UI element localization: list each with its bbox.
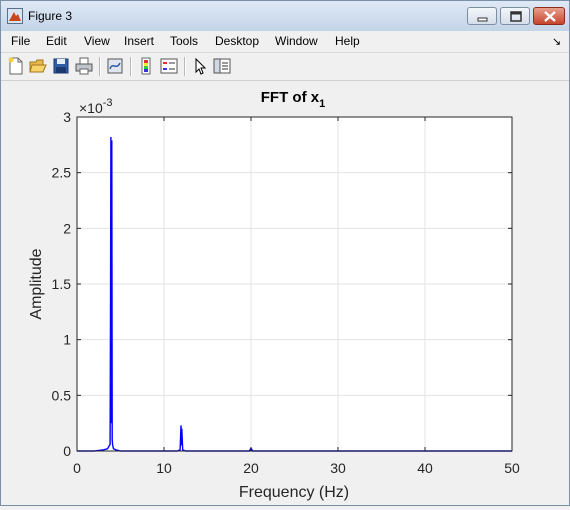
dock-arrow-icon[interactable]: ↘ bbox=[552, 35, 561, 48]
x-tick-labels: 0 10 20 30 40 50 bbox=[73, 460, 520, 476]
menu-view[interactable]: View bbox=[84, 34, 110, 48]
select-arrow-icon[interactable] bbox=[191, 57, 209, 75]
property-inspector-icon[interactable] bbox=[213, 57, 231, 75]
figure-window: Figure 3 File Edit View Insert Tools Des… bbox=[0, 0, 570, 506]
chart-title-main: FFT of x bbox=[261, 89, 320, 106]
legend-icon[interactable] bbox=[160, 57, 178, 75]
menu-edit[interactable]: Edit bbox=[46, 34, 67, 48]
new-figure-icon[interactable] bbox=[7, 57, 25, 75]
save-icon[interactable] bbox=[52, 57, 70, 75]
close-button[interactable] bbox=[533, 7, 565, 25]
x-tick-label: 20 bbox=[243, 460, 259, 476]
figure-canvas: 0 10 20 30 40 50 0 0.5 1 1.5 2 2.5 3 FFT of x1 ×10-… bbox=[3, 81, 567, 505]
x-tick-label: 10 bbox=[156, 460, 172, 476]
close-icon bbox=[544, 11, 556, 22]
fft-plot[interactable]: 0 10 20 30 40 50 00.511.522.53 FFT of x1 ×10-… bbox=[3, 81, 567, 505]
chart-title: FFT of x1 bbox=[261, 89, 325, 110]
y-tick-label: 0.5 bbox=[52, 387, 72, 403]
maximize-icon bbox=[510, 11, 522, 22]
chart-title-subscript: 1 bbox=[319, 98, 325, 110]
x-tick-label: 50 bbox=[504, 460, 520, 476]
minimize-icon bbox=[477, 17, 488, 22]
x-axis-label: Frequency (Hz) bbox=[239, 484, 349, 501]
y-axis-label: Amplitude bbox=[28, 248, 45, 319]
minimize-button[interactable] bbox=[467, 7, 497, 25]
y-exponent-power: -3 bbox=[103, 97, 113, 109]
x-tick-label: 30 bbox=[330, 460, 346, 476]
y-tick-label: 1 bbox=[63, 332, 71, 348]
y-tick-label: 2.5 bbox=[52, 165, 72, 181]
open-file-icon[interactable] bbox=[29, 57, 47, 75]
y-tick-label: 2 bbox=[63, 220, 71, 236]
menu-bar: File Edit View Insert Tools Desktop Wind… bbox=[1, 31, 569, 51]
y-tick-labels: 0 0.5 1 1.5 2 2.5 3 bbox=[52, 109, 72, 459]
menu-desktop[interactable]: Desktop bbox=[215, 34, 259, 48]
colorbar-icon[interactable] bbox=[137, 57, 155, 75]
toolbar-separator bbox=[184, 57, 186, 76]
menu-file[interactable]: File bbox=[11, 34, 30, 48]
menu-insert[interactable]: Insert bbox=[124, 34, 154, 48]
toolbar-separator bbox=[130, 57, 132, 76]
maximize-button[interactable] bbox=[500, 7, 530, 25]
link-plot-icon[interactable] bbox=[106, 57, 124, 75]
menu-window[interactable]: Window bbox=[275, 34, 318, 48]
y-exponent-base: ×10 bbox=[79, 100, 103, 116]
figure-toolbar bbox=[1, 52, 569, 81]
y-exponent-label: ×10-3 bbox=[79, 97, 113, 116]
x-tick-label: 0 bbox=[73, 460, 81, 476]
menu-tools[interactable]: Tools bbox=[170, 34, 198, 48]
y-tick-label: 1.5 bbox=[52, 276, 72, 292]
y-tick-label: 0 bbox=[63, 443, 71, 459]
matlab-figure-icon bbox=[7, 8, 23, 24]
title-bar[interactable]: Figure 3 bbox=[1, 1, 569, 32]
window-title: Figure 3 bbox=[28, 9, 73, 23]
menu-help[interactable]: Help bbox=[335, 34, 360, 48]
x-tick-label: 40 bbox=[417, 460, 433, 476]
y-tick-label: 3 bbox=[63, 109, 71, 125]
toolbar-separator bbox=[99, 57, 101, 76]
print-icon[interactable] bbox=[75, 57, 93, 75]
